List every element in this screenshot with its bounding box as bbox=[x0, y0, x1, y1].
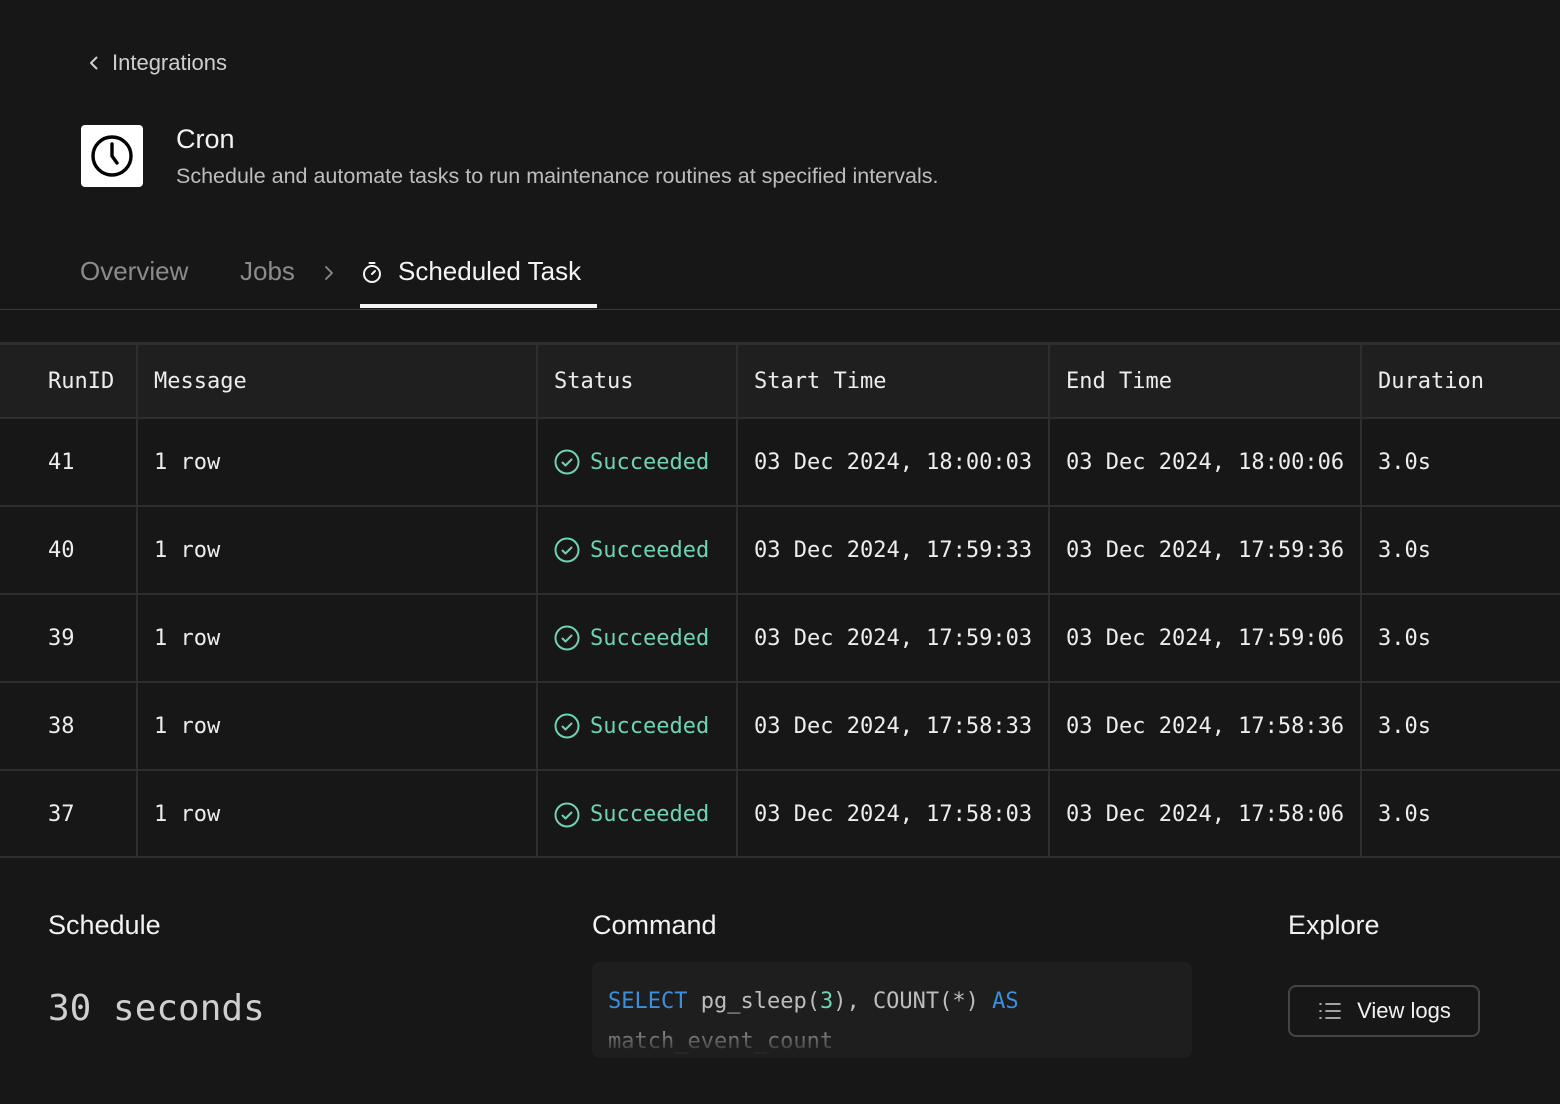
cell-message: 1 row bbox=[137, 770, 538, 856]
status-badge: Succeeded bbox=[590, 449, 710, 475]
cell-message: 1 row bbox=[137, 506, 538, 594]
chevron-left-icon bbox=[90, 56, 98, 70]
tab-scheduled-task[interactable]: Scheduled Task bbox=[360, 256, 581, 308]
breadcrumb-integrations[interactable]: Integrations bbox=[84, 50, 227, 76]
table-row[interactable]: 41 1 row Succeeded 03 Dec 2024, 18:00:03… bbox=[0, 418, 1560, 506]
sql-number: 3 bbox=[819, 989, 834, 1014]
tab-scheduled-task-label: Scheduled Task bbox=[398, 256, 582, 286]
page-title: Cron bbox=[176, 124, 235, 154]
table-row[interactable]: 40 1 row Succeeded 03 Dec 2024, 17:59:33… bbox=[0, 506, 1560, 594]
cell-duration: 3.0s bbox=[1378, 449, 1431, 475]
cell-start-time: 03 Dec 2024, 18:00:03 bbox=[737, 418, 1050, 506]
clock-icon bbox=[91, 135, 133, 177]
cell-status: Succeeded bbox=[537, 418, 738, 506]
cell-start-time: 03 Dec 2024, 17:58:03 bbox=[737, 770, 1050, 856]
view-logs-button[interactable]: View logs bbox=[1288, 985, 1480, 1037]
cell-end-time: 03 Dec 2024, 18:00:06 bbox=[1049, 418, 1362, 506]
cell-run-id: 37 bbox=[0, 770, 138, 856]
stopwatch-icon bbox=[363, 262, 381, 283]
column-header-end-time[interactable]: End Time bbox=[1049, 345, 1362, 418]
cell-end-time: 03 Dec 2024, 17:59:36 bbox=[1049, 506, 1362, 594]
cell-start-time: 03 Dec 2024, 17:59:03 bbox=[737, 594, 1050, 682]
column-header-start-time[interactable]: Start Time bbox=[737, 345, 1050, 418]
tab-jobs[interactable]: Jobs bbox=[240, 256, 295, 287]
cell-message: 1 row bbox=[137, 418, 538, 506]
breadcrumb-label: Integrations bbox=[112, 50, 227, 75]
sql-keyword-as: AS bbox=[992, 989, 1019, 1014]
cell-run-id: 38 bbox=[0, 682, 138, 770]
sql-rest: ), COUNT(*) bbox=[833, 989, 979, 1014]
cell-end-time: 03 Dec 2024, 17:58:06 bbox=[1049, 770, 1362, 856]
cell-end-time: 03 Dec 2024, 17:59:06 bbox=[1049, 594, 1362, 682]
tab-bar: Overview Jobs Scheduled Task bbox=[0, 238, 1560, 310]
list-icon bbox=[1319, 1003, 1341, 1019]
chevron-right-icon bbox=[325, 266, 333, 280]
command-code-block[interactable]: SELECT pg_sleep(3), COUNT(*) AS match_eve… bbox=[592, 962, 1192, 1058]
explore-heading: Explore bbox=[1288, 910, 1380, 940]
cell-duration: 3.0s bbox=[1378, 802, 1431, 827]
tab-overview[interactable]: Overview bbox=[80, 256, 188, 287]
cell-status: Succeeded bbox=[537, 506, 738, 594]
cell-run-id: 40 bbox=[0, 506, 138, 594]
cell-run-id: 41 bbox=[0, 418, 138, 506]
page-description: Schedule and automate tasks to run maint… bbox=[176, 164, 939, 188]
status-badge: Succeeded bbox=[590, 625, 710, 651]
status-badge: Succeeded bbox=[590, 537, 710, 563]
check-circle-icon bbox=[554, 537, 580, 563]
cell-duration: 3.0s bbox=[1378, 713, 1431, 739]
check-circle-icon bbox=[554, 449, 580, 475]
status-badge: Succeeded bbox=[590, 713, 710, 739]
sql-alias: match_event_count bbox=[608, 1029, 834, 1054]
active-tab-indicator bbox=[360, 304, 597, 308]
table-row[interactable]: 37 1 row Succeeded 03 Dec 2024, 17:58:03… bbox=[0, 770, 1560, 856]
sql-keyword-select: SELECT bbox=[608, 989, 688, 1014]
check-circle-icon bbox=[554, 625, 580, 651]
cell-start-time: 03 Dec 2024, 17:58:33 bbox=[737, 682, 1050, 770]
cell-message: 1 row bbox=[137, 594, 538, 682]
cell-start-time: 03 Dec 2024, 17:59:33 bbox=[737, 506, 1050, 594]
command-heading: Command bbox=[592, 910, 717, 940]
cell-status: Succeeded bbox=[537, 770, 738, 856]
runs-table[interactable]: RunID Message Status Start Time End Time… bbox=[0, 342, 1560, 858]
cell-message: 1 row bbox=[137, 682, 538, 770]
column-header-duration[interactable]: Duration bbox=[1361, 345, 1560, 418]
schedule-value: 30 seconds bbox=[48, 988, 265, 1029]
sql-function: pg_sleep( bbox=[700, 989, 820, 1014]
cell-status: Succeeded bbox=[537, 682, 738, 770]
cell-end-time: 03 Dec 2024, 17:58:36 bbox=[1049, 682, 1362, 770]
check-circle-icon bbox=[554, 713, 580, 739]
cell-duration: 3.0s bbox=[1378, 625, 1431, 651]
table-row[interactable]: 39 1 row Succeeded 03 Dec 2024, 17:59:03… bbox=[0, 594, 1560, 682]
status-badge: Succeeded bbox=[590, 802, 710, 827]
table-row[interactable]: 38 1 row Succeeded 03 Dec 2024, 17:58:33… bbox=[0, 682, 1560, 770]
cell-status: Succeeded bbox=[537, 594, 738, 682]
view-logs-label: View logs bbox=[1357, 998, 1451, 1023]
schedule-heading: Schedule bbox=[48, 910, 161, 940]
column-header-message[interactable]: Message bbox=[137, 345, 538, 418]
app-logo bbox=[81, 125, 143, 187]
table-header-row: RunID Message Status Start Time End Time… bbox=[0, 345, 1560, 418]
column-header-status[interactable]: Status bbox=[537, 345, 738, 418]
cell-duration: 3.0s bbox=[1378, 537, 1431, 563]
column-header-runid[interactable]: RunID bbox=[0, 345, 138, 418]
check-circle-icon bbox=[554, 802, 580, 827]
cell-run-id: 39 bbox=[0, 594, 138, 682]
